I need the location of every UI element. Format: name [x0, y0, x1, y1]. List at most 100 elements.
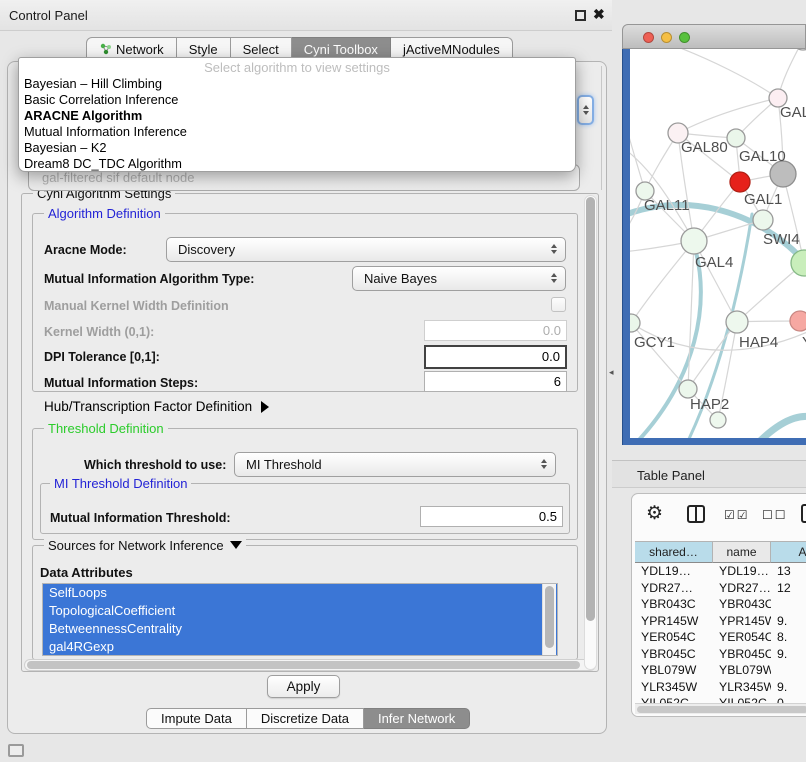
network-canvas[interactable]: GALGAL80GAL10GAL1GAL11SWI4GAL4GCY1HAP4YH… [630, 49, 806, 438]
network-icon [99, 42, 112, 58]
network-edge[interactable] [631, 241, 694, 323]
table-row[interactable]: YBR045CYBR045C9. [635, 646, 806, 663]
which-threshold-combobox[interactable]: MI Threshold [234, 452, 556, 477]
document-icon[interactable] [801, 504, 806, 523]
splitter-collapse-icon[interactable]: ◂ [609, 367, 614, 378]
maximize-traffic-light-icon[interactable] [679, 32, 690, 43]
network-node[interactable] [753, 210, 773, 230]
dpi-tolerance-field[interactable]: 0.0 [424, 345, 567, 369]
table-header-row: shared…nameA [635, 541, 806, 563]
attribute-item-gal4rgexp[interactable]: gal4RGexp [43, 638, 557, 656]
attribute-item-selfloops[interactable]: SelfLoops [43, 584, 557, 602]
network-graph[interactable]: GALGAL80GAL10GAL1GAL11SWI4GAL4GCY1HAP4YH… [630, 49, 806, 438]
scrollbar-thumb[interactable] [27, 661, 580, 669]
gear-icon[interactable]: ⚙ [646, 502, 663, 525]
dpi-tolerance-label: DPI Tolerance [0,1]: [44, 350, 160, 364]
scrollbar-thumb[interactable] [545, 586, 554, 648]
network-view-frame: GALGAL80GAL10GAL1GAL11SWI4GAL4GCY1HAP4YH… [622, 49, 806, 445]
aracne-mode-combobox[interactable]: Discovery [166, 237, 566, 262]
combobox-arrow-button[interactable] [577, 95, 594, 125]
attribute-item-betweennesscentrality[interactable]: BetweennessCentrality [43, 620, 557, 638]
algorithm-option-bayesian-hill-climbing[interactable]: Bayesian – Hill Climbing [19, 76, 575, 92]
aracne-mode-label: Aracne Mode: [44, 243, 127, 257]
tab-discretize-data[interactable]: Discretize Data [247, 708, 364, 729]
network-edge[interactable] [631, 323, 688, 389]
network-node[interactable] [710, 412, 726, 428]
horizontal-scrollbar[interactable] [24, 659, 596, 671]
close-traffic-light-icon[interactable] [643, 32, 654, 43]
network-node[interactable] [793, 49, 806, 50]
table-cell: YER054C [713, 629, 771, 646]
algorithm-option-basic-correlation-inference[interactable]: Basic Correlation Inference [19, 92, 575, 108]
tab-label: Network [116, 42, 164, 57]
expand-arrow-icon [261, 401, 269, 413]
attribute-list-scrollbar[interactable] [542, 584, 556, 655]
checked-boxes-icon[interactable]: ☑☑ [724, 508, 750, 522]
algorithm-option-mutual-information-inference[interactable]: Mutual Information Inference [19, 124, 575, 140]
table-cell: YDR27… [635, 580, 713, 597]
network-edge[interactable] [688, 241, 694, 389]
tab-label: Style [189, 42, 218, 57]
collapsed-panel-icon[interactable] [8, 744, 24, 757]
algorithm-option-aracne-algorithm[interactable]: ARACNE Algorithm [19, 108, 575, 124]
table-horizontal-scrollbar[interactable] [635, 703, 806, 714]
kernel-width-label: Kernel Width (0,1): [44, 325, 154, 339]
table-row[interactable]: YBR043CYBR043C [635, 596, 806, 613]
float-window-icon[interactable] [575, 10, 586, 21]
mi-algorithm-type-combobox[interactable]: Naive Bayes [352, 266, 566, 291]
network-node[interactable] [681, 228, 707, 254]
network-edge[interactable] [760, 416, 806, 438]
data-attributes-list[interactable]: SelfLoopsTopologicalCoefficientBetweenne… [42, 583, 558, 656]
network-window-titlebar[interactable] [622, 24, 806, 49]
manual-kernel-label: Manual Kernel Width Definition [44, 299, 229, 313]
table-row[interactable]: YLR345WYLR345W9. [635, 679, 806, 696]
table-row[interactable]: YER054CYER054C8. [635, 629, 806, 646]
table-cell: YPR145W [713, 613, 771, 630]
network-edge[interactable] [678, 98, 778, 133]
manual-kernel-checkbox[interactable] [551, 297, 566, 312]
attribute-item-topologicalcoefficient[interactable]: TopologicalCoefficient [43, 602, 557, 620]
network-node[interactable] [790, 311, 806, 331]
combo-arrows-icon [551, 244, 557, 254]
hub-transcription-factor-section[interactable]: Hub/Transcription Factor Definition [44, 399, 269, 414]
network-view-window: GALGAL80GAL10GAL1GAL11SWI4GAL4GCY1HAP4YH… [622, 24, 806, 445]
minimize-traffic-light-icon[interactable] [661, 32, 672, 43]
mi-threshold-field[interactable]: 0.5 [420, 506, 563, 527]
table-cell: YDL19… [713, 563, 771, 580]
algorithm-option-dream8-dc-tdc-algorithm[interactable]: Dream8 DC_TDC Algorithm [19, 156, 575, 172]
close-icon[interactable]: ✖ [593, 6, 605, 23]
apply-button[interactable]: Apply [267, 675, 340, 698]
group-border-line [601, 66, 602, 190]
node-label-gal11: GAL11 [644, 197, 690, 214]
tab-label: Select [243, 42, 279, 57]
column-header-a[interactable]: A [771, 541, 806, 563]
table-cell: YLR345W [635, 679, 713, 696]
aracne-mode-value: Discovery [178, 238, 235, 262]
tab-infer-network[interactable]: Infer Network [364, 708, 470, 729]
settings-vertical-scrollbar[interactable] [584, 195, 597, 670]
network-node[interactable] [727, 129, 745, 147]
network-node[interactable] [726, 311, 748, 333]
table-row[interactable]: YDR27…YDR27…12 [635, 580, 806, 597]
tab-impute-data[interactable]: Impute Data [146, 708, 247, 729]
network-edge[interactable] [670, 49, 778, 98]
scrollbar-thumb[interactable] [637, 706, 806, 713]
sources-group-title[interactable]: Sources for Network Inference [44, 538, 246, 553]
column-header-shared[interactable]: shared… [635, 541, 713, 563]
table-row[interactable]: YPR145WYPR145W9. [635, 613, 806, 630]
network-node[interactable] [630, 314, 640, 332]
which-threshold-label: Which threshold to use: [84, 458, 226, 472]
cyni-mode-tabs: Impute DataDiscretize DataInfer Network [146, 708, 470, 729]
split-view-icon[interactable] [687, 505, 705, 523]
network-node[interactable] [730, 172, 750, 192]
column-header-name[interactable]: name [713, 541, 771, 563]
cytoscape-workspace: Control Panel ✖ NetworkStyleSelectCyni T… [0, 0, 806, 762]
scrollbar-thumb[interactable] [586, 197, 595, 621]
table-cell [771, 662, 806, 679]
node-attribute-table[interactable]: shared…nameAYDL19…YDL19…13YDR27…YDR27…12… [635, 541, 806, 712]
table-row[interactable]: YDL19…YDL19…13 [635, 563, 806, 580]
table-row[interactable]: YBL079WYBL079W [635, 662, 806, 679]
unchecked-boxes-icon[interactable]: ☐☐ [762, 508, 788, 522]
mi-steps-field[interactable]: 6 [424, 371, 567, 392]
algorithm-option-bayesian-k2[interactable]: Bayesian – K2 [19, 140, 575, 156]
